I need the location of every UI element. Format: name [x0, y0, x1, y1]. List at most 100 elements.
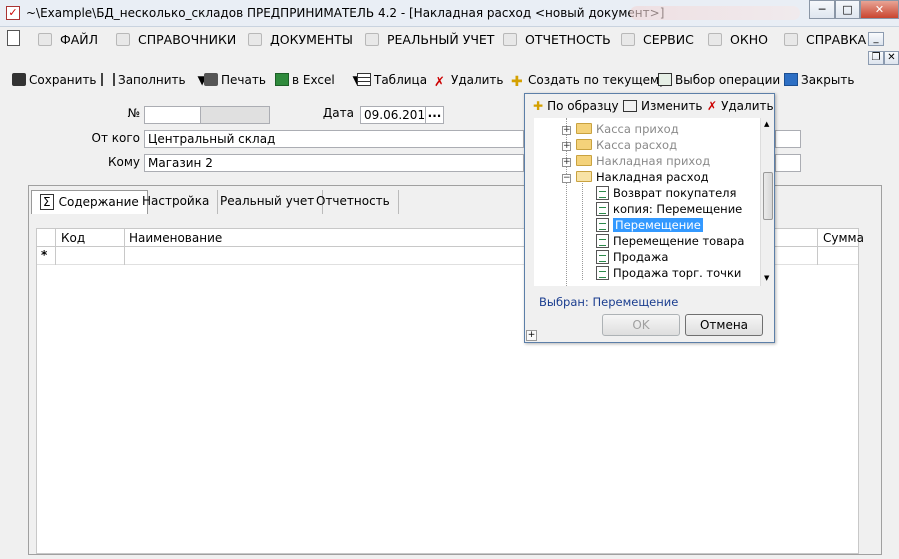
menu-references[interactable]: СПРАВОЧНИКИ — [116, 32, 236, 47]
page-icon — [248, 33, 262, 46]
toolbar: Сохранить Заполнить ▼ Печать в Excel ▼ Т… — [0, 67, 899, 93]
mdi-close-button[interactable]: ✕ — [884, 51, 899, 65]
tree-leaf[interactable]: копия: Перемещение — [596, 201, 742, 217]
menu-documents[interactable]: ДОКУМЕНТЫ — [248, 32, 353, 47]
blurred-area — [630, 6, 800, 20]
save-button[interactable]: Сохранить — [12, 73, 97, 87]
table-icon — [357, 73, 371, 86]
by-sample-button[interactable]: ✚ По образцу — [533, 99, 619, 113]
cancel-button[interactable]: Отмена — [685, 314, 763, 336]
resize-grip-icon[interactable]: + — [526, 330, 537, 341]
column-name[interactable]: Наименование — [129, 231, 222, 245]
edit-icon — [623, 100, 637, 112]
tree-leaf[interactable]: Продажа — [596, 249, 668, 265]
scroll-thumb[interactable] — [763, 172, 773, 220]
fill-button[interactable]: Заполнить ▼ — [101, 73, 207, 87]
folder-icon — [576, 123, 592, 134]
expand-icon[interactable]: + — [562, 158, 571, 167]
tree-node[interactable]: Касса расход — [576, 137, 677, 153]
table-button[interactable]: Таблица — [357, 73, 427, 87]
ledger-icon — [365, 33, 379, 46]
excel-button[interactable]: в Excel ▼ — [275, 73, 362, 87]
menu-reports[interactable]: ОТЧЕТНОСТЬ — [503, 32, 611, 47]
operation-tree[interactable]: + Касса приход + Касса расход + Накладна… — [534, 118, 760, 286]
selected-value: Перемещение — [592, 295, 679, 309]
expand-icon[interactable]: + — [562, 126, 571, 135]
menu-help[interactable]: СПРАВКА — [784, 32, 866, 47]
excel-icon — [275, 73, 289, 86]
floppy-disk-icon — [12, 73, 26, 86]
popup-delete-button[interactable]: ✗ Удалить — [707, 99, 774, 113]
delete-x-icon: ✗ — [707, 99, 718, 113]
expand-icon[interactable]: + — [562, 142, 571, 151]
document-icon[interactable] — [7, 30, 20, 46]
window-icon — [708, 33, 722, 46]
operation-doc-icon — [596, 250, 609, 264]
maximize-button[interactable]: □ — [835, 0, 860, 19]
delete-button[interactable]: ✗ Удалить — [434, 73, 504, 89]
collapse-icon[interactable]: − — [562, 174, 571, 183]
tree-leaf[interactable]: Возврат покупателя — [596, 185, 736, 201]
column-code[interactable]: Код — [61, 231, 85, 245]
home-icon — [116, 33, 130, 46]
tab-real-accounting[interactable]: Реальный учет — [212, 190, 324, 214]
calculator-icon — [621, 33, 635, 46]
close-form-button[interactable]: Закрыть — [784, 73, 854, 87]
mdi-restore-button[interactable]: ❐ — [868, 51, 884, 65]
create-from-current-button[interactable]: ✚ Создать по текущему — [511, 73, 666, 89]
report-icon — [503, 33, 517, 46]
operation-doc-icon — [596, 202, 609, 216]
folder-icon — [576, 155, 592, 166]
menu-bar: ФАЙЛ СПРАВОЧНИКИ ДОКУМЕНТЫ РЕАЛЬНЫЙ УЧЕТ… — [0, 27, 899, 65]
folder-icon — [576, 139, 592, 150]
grid-divider — [817, 229, 818, 265]
menu-file[interactable]: ФАЙЛ — [38, 32, 98, 47]
close-button[interactable]: ✕ — [860, 0, 899, 19]
tree-leaf-selected[interactable]: Перемещение — [596, 217, 703, 233]
number-label: № — [127, 106, 140, 120]
tree-node[interactable]: Касса приход — [576, 121, 679, 137]
edit-button[interactable]: Изменить — [623, 99, 703, 113]
from-label: От кого — [91, 131, 141, 145]
choose-operation-button[interactable]: Выбор операции — [658, 73, 780, 87]
to-field-end — [775, 154, 801, 172]
sigma-icon: Σ — [40, 194, 54, 210]
tree-node[interactable]: Накладная приход — [576, 153, 710, 169]
menu-real-accounting[interactable]: РЕАЛЬНЫЙ УЧЕТ — [365, 32, 494, 47]
selected-caption: Выбран: Перемещение — [539, 295, 679, 309]
fill-icon — [101, 73, 115, 86]
plus-icon: ✚ — [511, 74, 523, 90]
to-field[interactable]: Магазин 2 — [144, 154, 524, 172]
number-field[interactable] — [144, 106, 201, 124]
operation-doc-icon — [596, 266, 609, 280]
grid-divider — [55, 229, 56, 265]
tree-line — [582, 180, 583, 280]
from-field[interactable]: Центральный склад — [144, 130, 524, 148]
tree-leaf[interactable]: Перемещение товара — [596, 233, 744, 249]
scroll-down-icon[interactable]: ▼ — [764, 274, 769, 282]
minimize-button[interactable]: ─ — [809, 0, 835, 19]
column-sum[interactable]: Сумма — [823, 231, 864, 245]
file-icon — [38, 33, 52, 46]
tree-scrollbar[interactable]: ▲ ▼ — [760, 118, 774, 286]
printer-icon — [204, 73, 218, 86]
date-picker-button[interactable]: ... — [425, 106, 444, 124]
help-book-icon — [784, 33, 798, 46]
tree-node[interactable]: Накладная расход — [576, 169, 709, 185]
scroll-up-icon[interactable]: ▲ — [764, 120, 769, 128]
print-button[interactable]: Печать — [204, 73, 266, 87]
app-icon[interactable]: ✓ — [6, 6, 20, 20]
window-title: ~\Example\БД_несколько_складов ПРЕДПРИНИ… — [26, 6, 665, 20]
grid-divider — [124, 229, 125, 265]
menu-service[interactable]: СЕРВИС — [621, 32, 694, 47]
mdi-minimize-button[interactable]: _ — [868, 32, 884, 46]
tab-reports[interactable]: Отчетность — [308, 190, 399, 214]
date-field[interactable]: 09.06.2013 — [360, 106, 426, 124]
tree-leaf[interactable]: Продажа торг. точки — [596, 265, 741, 281]
tab-settings[interactable]: Настройка — [134, 190, 219, 214]
operation-icon — [658, 73, 672, 86]
tab-content[interactable]: Σ Содержание — [31, 190, 148, 214]
ok-button[interactable]: OK — [602, 314, 680, 336]
operation-doc-icon — [596, 186, 609, 200]
menu-window[interactable]: ОКНО — [708, 32, 768, 47]
